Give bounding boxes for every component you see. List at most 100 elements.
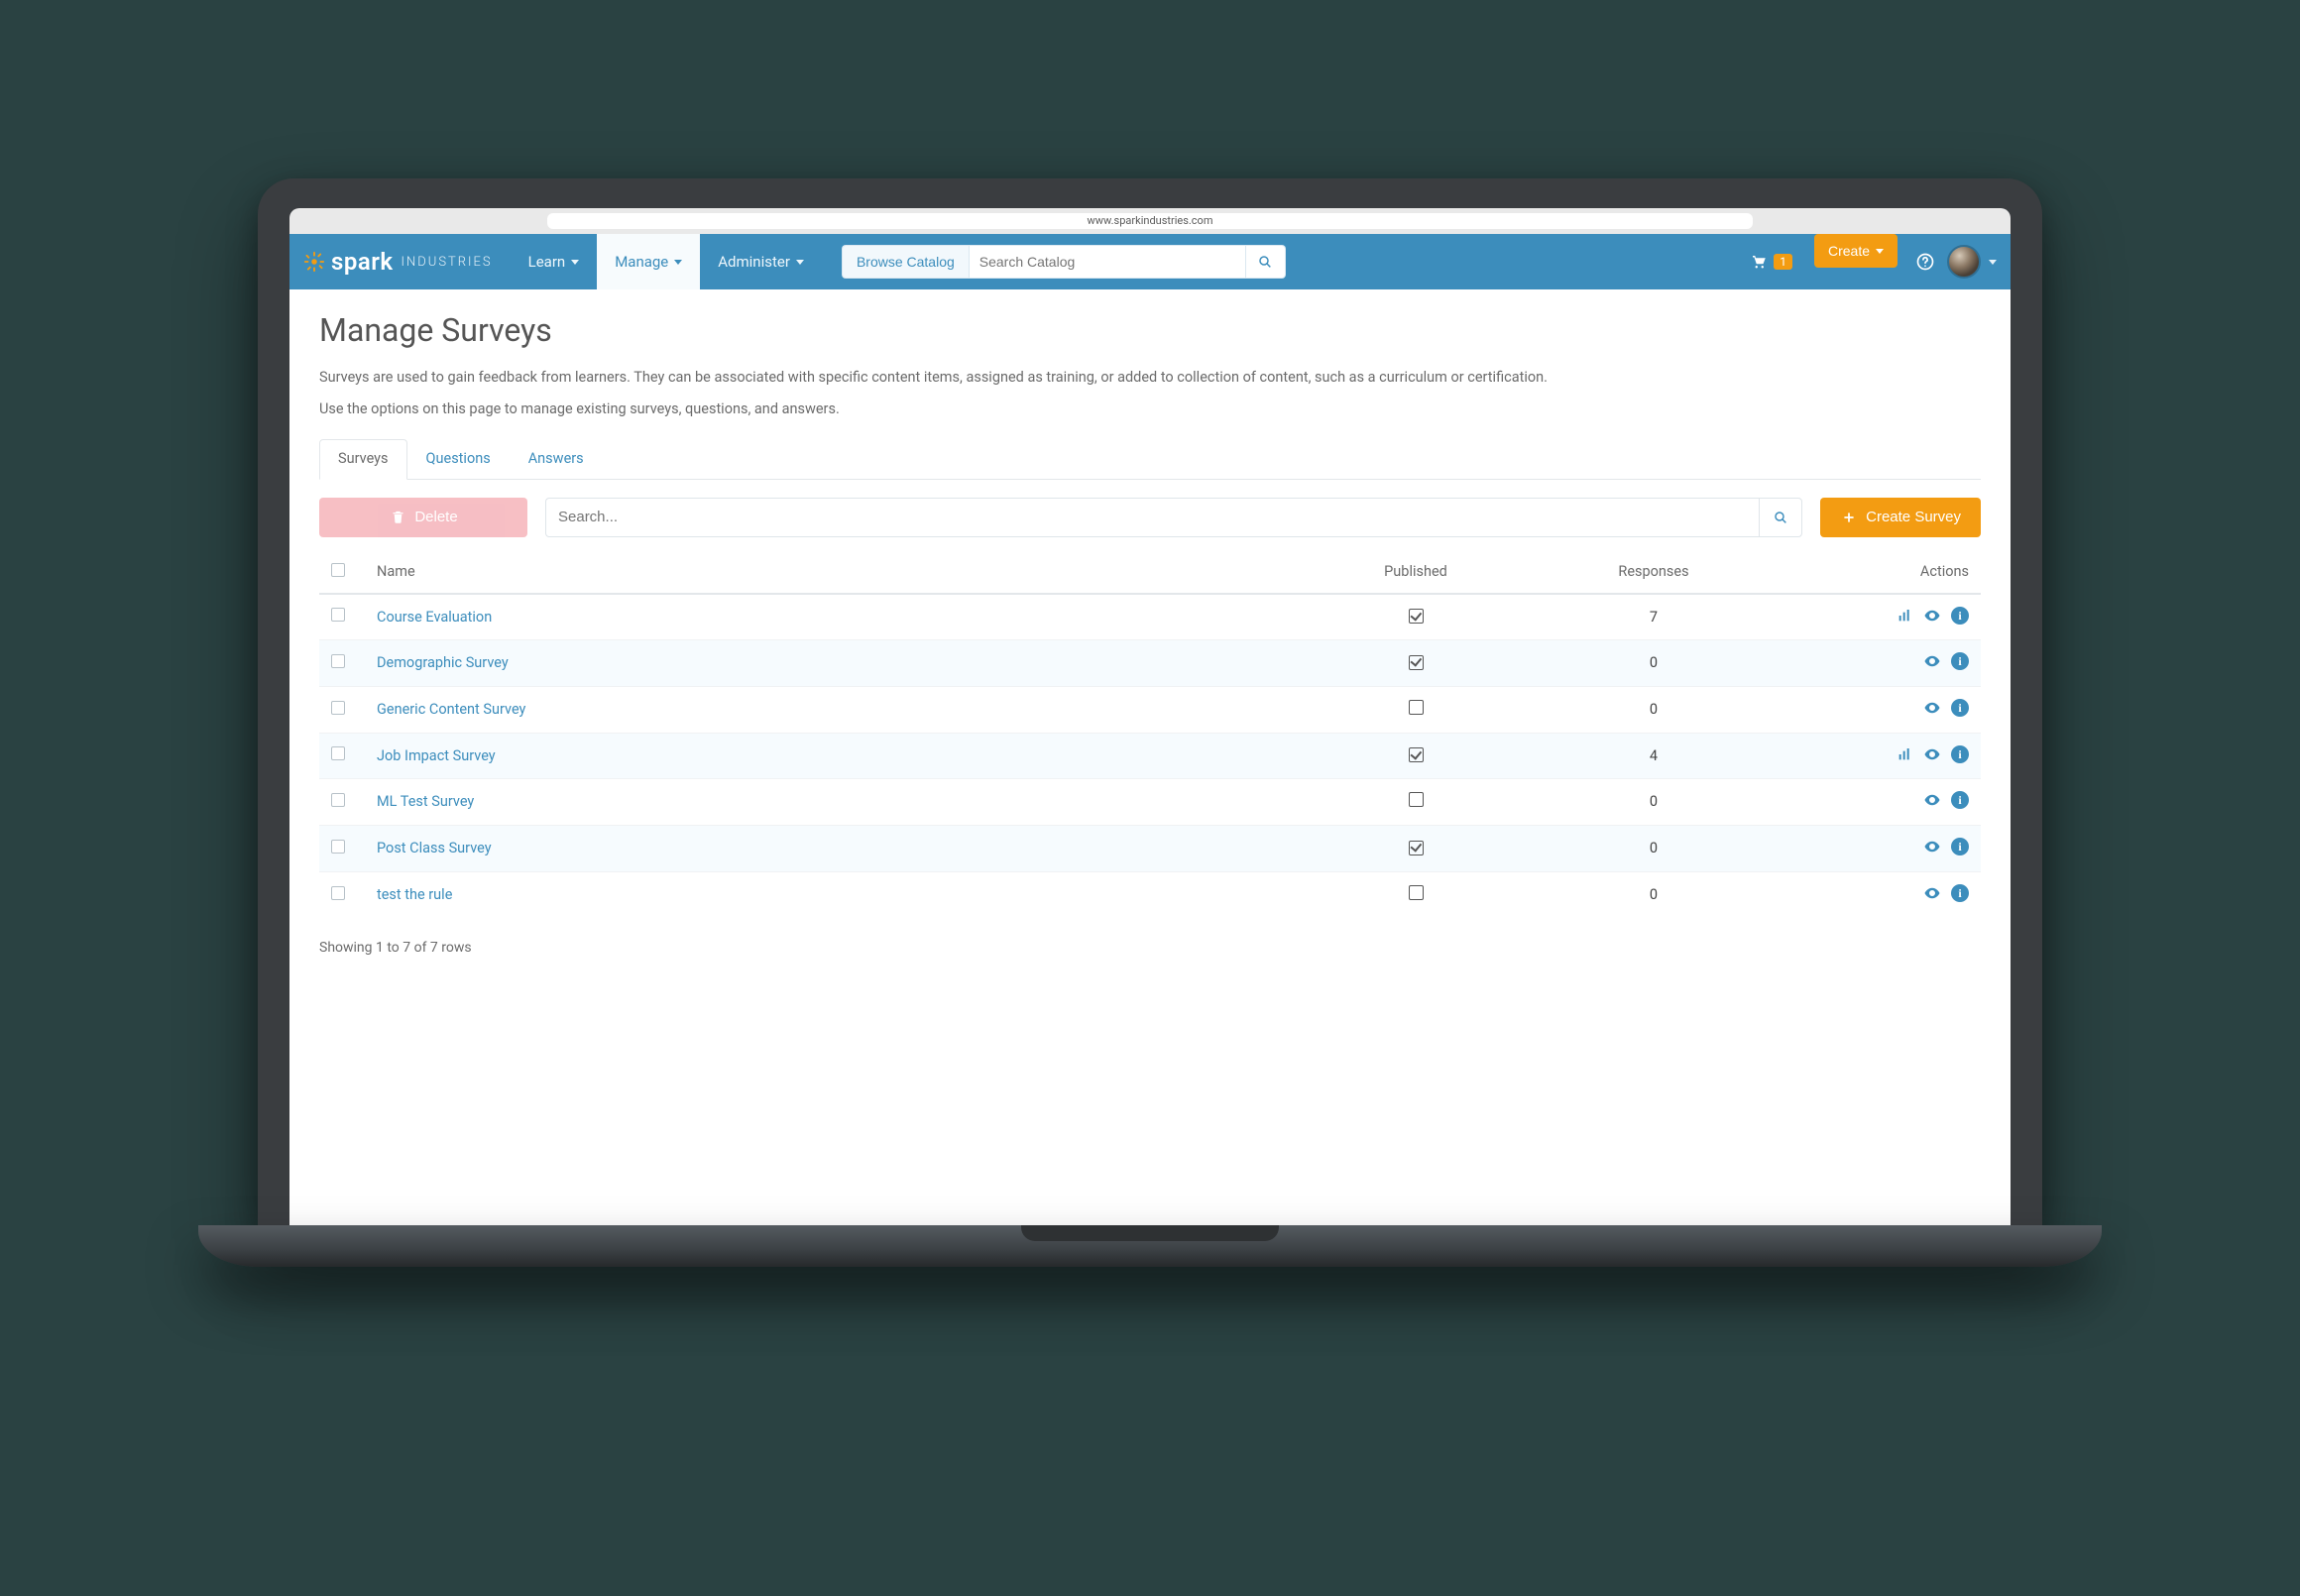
laptop-notch bbox=[1021, 1225, 1279, 1241]
table-row: Course Evaluation 7 i bbox=[319, 594, 1981, 640]
catalog-search-group: Browse Catalog bbox=[842, 234, 1286, 289]
catalog-search-input[interactable] bbox=[969, 245, 1246, 279]
caret-down-icon bbox=[674, 260, 682, 265]
responses-cell: 0 bbox=[1525, 871, 1782, 918]
user-menu[interactable] bbox=[1941, 234, 2011, 289]
survey-name-link[interactable]: ML Test Survey bbox=[377, 793, 474, 810]
survey-search-button[interactable] bbox=[1759, 498, 1802, 537]
survey-name-link[interactable]: Course Evaluation bbox=[377, 609, 492, 626]
table-row: Post Class Survey 0 i bbox=[319, 825, 1981, 871]
surveys-table: Name Published Responses Actions Course … bbox=[319, 553, 1981, 918]
tab-answers[interactable]: Answers bbox=[510, 439, 603, 480]
chart-icon[interactable] bbox=[1896, 607, 1913, 625]
nav-administer-label: Administer bbox=[718, 253, 790, 271]
published-indicator bbox=[1409, 792, 1424, 807]
survey-name-link[interactable]: Generic Content Survey bbox=[377, 701, 525, 718]
eye-icon[interactable] bbox=[1923, 699, 1941, 717]
table-row: ML Test Survey0i bbox=[319, 778, 1981, 825]
row-checkbox[interactable] bbox=[331, 746, 345, 760]
info-icon[interactable]: i bbox=[1951, 699, 1969, 717]
nav-administer[interactable]: Administer bbox=[700, 234, 822, 289]
table-row: Generic Content Survey 0 i bbox=[319, 686, 1981, 733]
eye-icon[interactable] bbox=[1923, 838, 1941, 855]
page-description-1: Surveys are used to gain feedback from l… bbox=[319, 367, 1981, 389]
eye-icon[interactable] bbox=[1923, 791, 1941, 809]
row-checkbox[interactable] bbox=[331, 654, 345, 668]
info-icon[interactable]: i bbox=[1951, 884, 1969, 902]
eye-icon[interactable] bbox=[1923, 652, 1941, 670]
info-icon[interactable]: i bbox=[1951, 652, 1969, 670]
catalog-search-button[interactable] bbox=[1246, 245, 1286, 279]
help-button[interactable] bbox=[1909, 234, 1941, 289]
survey-name-link[interactable]: Post Class Survey bbox=[377, 840, 492, 856]
table-row: test the rule 0 i bbox=[319, 871, 1981, 918]
brand-logo-icon bbox=[303, 251, 325, 273]
row-checkbox[interactable] bbox=[331, 608, 345, 622]
published-indicator bbox=[1409, 655, 1424, 670]
responses-cell: 4 bbox=[1525, 733, 1782, 778]
table-toolbar: Delete Create Survey bbox=[319, 498, 1981, 537]
nav-manage[interactable]: Manage bbox=[597, 234, 700, 289]
row-checkbox[interactable] bbox=[331, 840, 345, 854]
delete-button[interactable]: Delete bbox=[319, 498, 527, 537]
cart-count-badge: 1 bbox=[1774, 254, 1792, 270]
table-row: Demographic Survey 0 i bbox=[319, 639, 1981, 686]
app-viewport: spark INDUSTRIES Learn Manage Administer… bbox=[289, 234, 2011, 1225]
eye-icon[interactable] bbox=[1923, 884, 1941, 902]
page-body: Manage Surveys Surveys are used to gain … bbox=[289, 289, 2011, 995]
tabs: Surveys Questions Answers bbox=[319, 438, 1981, 480]
row-checkbox[interactable] bbox=[331, 701, 345, 715]
col-header-published[interactable]: Published bbox=[1307, 553, 1525, 594]
eye-icon[interactable] bbox=[1923, 607, 1941, 625]
published-indicator bbox=[1409, 885, 1424, 900]
info-icon[interactable]: i bbox=[1951, 838, 1969, 855]
nav-manage-label: Manage bbox=[615, 253, 668, 271]
tab-surveys[interactable]: Surveys bbox=[319, 439, 407, 480]
eye-icon[interactable] bbox=[1923, 745, 1941, 763]
published-indicator bbox=[1409, 700, 1424, 715]
published-indicator bbox=[1409, 841, 1424, 855]
row-checkbox[interactable] bbox=[331, 793, 345, 807]
responses-cell: 0 bbox=[1525, 825, 1782, 871]
select-all-checkbox[interactable] bbox=[331, 563, 345, 577]
nav-learn[interactable]: Learn bbox=[511, 234, 598, 289]
responses-cell: 7 bbox=[1525, 594, 1782, 640]
row-checkbox[interactable] bbox=[331, 886, 345, 900]
tab-questions[interactable]: Questions bbox=[407, 439, 510, 480]
browse-catalog-button[interactable]: Browse Catalog bbox=[842, 245, 969, 279]
create-button[interactable]: Create bbox=[1814, 234, 1898, 268]
brand[interactable]: spark INDUSTRIES bbox=[289, 234, 511, 289]
survey-search-input[interactable] bbox=[545, 498, 1759, 537]
table-row: Job Impact Survey 4 i bbox=[319, 733, 1981, 778]
create-survey-button[interactable]: Create Survey bbox=[1820, 498, 1981, 537]
browser-chrome: www.sparkindustries.com bbox=[289, 208, 2011, 234]
plus-icon bbox=[1840, 509, 1858, 526]
published-indicator bbox=[1409, 747, 1424, 762]
caret-down-icon bbox=[796, 260, 804, 265]
info-icon[interactable]: i bbox=[1951, 791, 1969, 809]
browser-address: www.sparkindustries.com bbox=[547, 213, 1752, 229]
cart[interactable]: 1 bbox=[1740, 234, 1802, 289]
laptop-base bbox=[198, 1225, 2102, 1267]
responses-cell: 0 bbox=[1525, 686, 1782, 733]
info-icon[interactable]: i bbox=[1951, 745, 1969, 763]
page-description-2: Use the options on this page to manage e… bbox=[319, 399, 1981, 420]
avatar bbox=[1947, 245, 1981, 279]
col-header-name[interactable]: Name bbox=[365, 553, 1307, 594]
search-icon bbox=[1256, 253, 1274, 271]
responses-cell: 0 bbox=[1525, 639, 1782, 686]
col-header-actions: Actions bbox=[1782, 553, 1981, 594]
brand-name: spark bbox=[331, 248, 394, 276]
trash-icon bbox=[389, 509, 406, 526]
caret-down-icon bbox=[1989, 260, 1997, 265]
survey-name-link[interactable]: Job Impact Survey bbox=[377, 747, 496, 764]
survey-name-link[interactable]: Demographic Survey bbox=[377, 654, 509, 671]
cart-icon bbox=[1750, 253, 1768, 271]
laptop-frame: www.sparkindustries.com spark INDUSTRIES… bbox=[258, 178, 2042, 1267]
page-title: Manage Surveys bbox=[319, 311, 1981, 349]
survey-name-link[interactable]: test the rule bbox=[377, 886, 452, 903]
info-icon[interactable]: i bbox=[1951, 607, 1969, 625]
col-header-responses[interactable]: Responses bbox=[1525, 553, 1782, 594]
create-survey-label: Create Survey bbox=[1866, 509, 1961, 525]
chart-icon[interactable] bbox=[1896, 745, 1913, 763]
